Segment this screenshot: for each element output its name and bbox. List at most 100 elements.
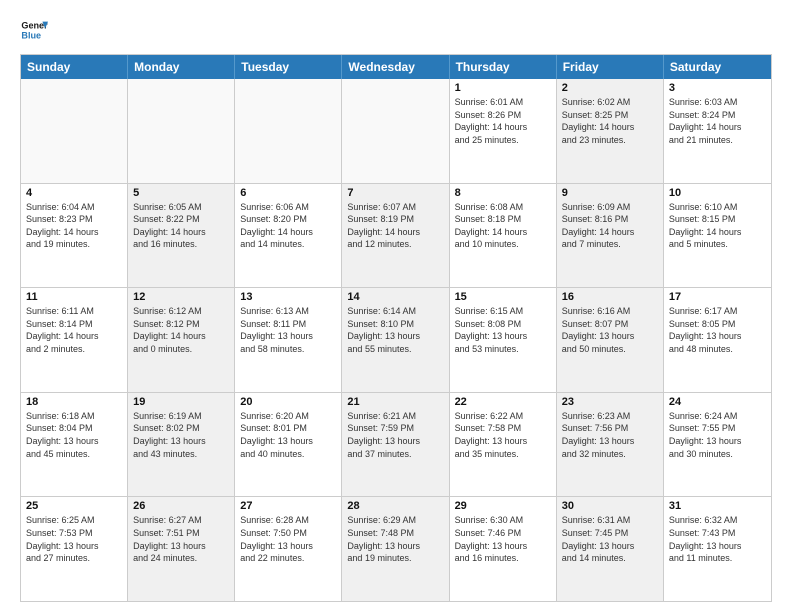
day-number: 5 <box>133 187 229 199</box>
calendar-header: SundayMondayTuesdayWednesdayThursdayFrid… <box>21 55 771 79</box>
day-number: 3 <box>669 82 766 94</box>
calendar-week-5: 25 Sunrise: 6:25 AM Sunset: 7:53 PM Dayli… <box>21 496 771 601</box>
day-number: 2 <box>562 82 658 94</box>
day-cell-12: 12 Sunrise: 6:12 AM Sunset: 8:12 PM Dayli… <box>128 288 235 392</box>
day-number: 22 <box>455 396 551 408</box>
day-number: 13 <box>240 291 336 303</box>
header-day-wednesday: Wednesday <box>342 55 449 79</box>
day-info: Sunrise: 6:13 AM Sunset: 8:11 PM Dayligh… <box>240 305 336 355</box>
day-number: 18 <box>26 396 122 408</box>
day-number: 26 <box>133 500 229 512</box>
calendar: SundayMondayTuesdayWednesdayThursdayFrid… <box>20 54 772 602</box>
day-info: Sunrise: 6:01 AM Sunset: 8:26 PM Dayligh… <box>455 96 551 146</box>
day-number: 24 <box>669 396 766 408</box>
day-number: 14 <box>347 291 443 303</box>
logo-icon: General Blue <box>20 16 48 44</box>
empty-cell <box>342 79 449 183</box>
day-number: 23 <box>562 396 658 408</box>
day-number: 27 <box>240 500 336 512</box>
day-number: 15 <box>455 291 551 303</box>
header: General Blue <box>20 16 772 44</box>
day-cell-7: 7 Sunrise: 6:07 AM Sunset: 8:19 PM Daylig… <box>342 184 449 288</box>
day-info: Sunrise: 6:30 AM Sunset: 7:46 PM Dayligh… <box>455 514 551 564</box>
day-cell-2: 2 Sunrise: 6:02 AM Sunset: 8:25 PM Daylig… <box>557 79 664 183</box>
day-info: Sunrise: 6:22 AM Sunset: 7:58 PM Dayligh… <box>455 410 551 460</box>
day-number: 6 <box>240 187 336 199</box>
day-number: 29 <box>455 500 551 512</box>
day-info: Sunrise: 6:31 AM Sunset: 7:45 PM Dayligh… <box>562 514 658 564</box>
header-day-tuesday: Tuesday <box>235 55 342 79</box>
header-day-thursday: Thursday <box>450 55 557 79</box>
day-info: Sunrise: 6:12 AM Sunset: 8:12 PM Dayligh… <box>133 305 229 355</box>
day-info: Sunrise: 6:16 AM Sunset: 8:07 PM Dayligh… <box>562 305 658 355</box>
day-info: Sunrise: 6:10 AM Sunset: 8:15 PM Dayligh… <box>669 201 766 251</box>
day-cell-14: 14 Sunrise: 6:14 AM Sunset: 8:10 PM Dayli… <box>342 288 449 392</box>
calendar-week-1: 1 Sunrise: 6:01 AM Sunset: 8:26 PM Daylig… <box>21 79 771 183</box>
day-cell-6: 6Sunrise: 6:06 AM Sunset: 8:20 PM Daylig… <box>235 184 342 288</box>
day-number: 31 <box>669 500 766 512</box>
day-number: 10 <box>669 187 766 199</box>
day-cell-17: 17 Sunrise: 6:17 AM Sunset: 8:05 PM Dayli… <box>664 288 771 392</box>
day-info: Sunrise: 6:23 AM Sunset: 7:56 PM Dayligh… <box>562 410 658 460</box>
day-info: Sunrise: 6:18 AM Sunset: 8:04 PM Dayligh… <box>26 410 122 460</box>
day-cell-22: 22 Sunrise: 6:22 AM Sunset: 7:58 PM Dayli… <box>450 393 557 497</box>
day-info: Sunrise: 6:25 AM Sunset: 7:53 PM Dayligh… <box>26 514 122 564</box>
day-cell-4: 4 Sunrise: 6:04 AM Sunset: 8:23 PM Daylig… <box>21 184 128 288</box>
day-cell-31: 31 Sunrise: 6:32 AM Sunset: 7:43 PM Dayli… <box>664 497 771 601</box>
day-number: 7 <box>347 187 443 199</box>
day-number: 9 <box>562 187 658 199</box>
day-number: 25 <box>26 500 122 512</box>
empty-cell <box>235 79 342 183</box>
day-info: Sunrise: 6:07 AM Sunset: 8:19 PM Dayligh… <box>347 201 443 251</box>
empty-cell <box>21 79 128 183</box>
day-cell-18: 18 Sunrise: 6:18 AM Sunset: 8:04 PM Dayli… <box>21 393 128 497</box>
day-info: Sunrise: 6:08 AM Sunset: 8:18 PM Dayligh… <box>455 201 551 251</box>
day-cell-29: 29 Sunrise: 6:30 AM Sunset: 7:46 PM Dayli… <box>450 497 557 601</box>
calendar-week-2: 4 Sunrise: 6:04 AM Sunset: 8:23 PM Daylig… <box>21 183 771 288</box>
day-cell-28: 28 Sunrise: 6:29 AM Sunset: 7:48 PM Dayli… <box>342 497 449 601</box>
day-info: Sunrise: 6:21 AM Sunset: 7:59 PM Dayligh… <box>347 410 443 460</box>
day-number: 8 <box>455 187 551 199</box>
day-number: 16 <box>562 291 658 303</box>
day-cell-26: 26 Sunrise: 6:27 AM Sunset: 7:51 PM Dayli… <box>128 497 235 601</box>
day-cell-8: 8 Sunrise: 6:08 AM Sunset: 8:18 PM Daylig… <box>450 184 557 288</box>
day-info: Sunrise: 6:02 AM Sunset: 8:25 PM Dayligh… <box>562 96 658 146</box>
day-number: 12 <box>133 291 229 303</box>
day-number: 28 <box>347 500 443 512</box>
day-cell-16: 16 Sunrise: 6:16 AM Sunset: 8:07 PM Dayli… <box>557 288 664 392</box>
day-number: 30 <box>562 500 658 512</box>
day-info: Sunrise: 6:14 AM Sunset: 8:10 PM Dayligh… <box>347 305 443 355</box>
header-day-monday: Monday <box>128 55 235 79</box>
day-info: Sunrise: 6:29 AM Sunset: 7:48 PM Dayligh… <box>347 514 443 564</box>
day-number: 1 <box>455 82 551 94</box>
day-info: Sunrise: 6:03 AM Sunset: 8:24 PM Dayligh… <box>669 96 766 146</box>
day-cell-13: 13 Sunrise: 6:13 AM Sunset: 8:11 PM Dayli… <box>235 288 342 392</box>
header-day-sunday: Sunday <box>21 55 128 79</box>
day-info: Sunrise: 6:32 AM Sunset: 7:43 PM Dayligh… <box>669 514 766 564</box>
day-cell-20: 20Sunrise: 6:20 AM Sunset: 8:01 PM Dayli… <box>235 393 342 497</box>
day-number: 4 <box>26 187 122 199</box>
day-info: Sunrise: 6:27 AM Sunset: 7:51 PM Dayligh… <box>133 514 229 564</box>
calendar-body: 1 Sunrise: 6:01 AM Sunset: 8:26 PM Daylig… <box>21 79 771 601</box>
svg-text:Blue: Blue <box>21 30 41 40</box>
day-number: 17 <box>669 291 766 303</box>
day-cell-11: 11 Sunrise: 6:11 AM Sunset: 8:14 PM Dayli… <box>21 288 128 392</box>
day-info: Sunrise: 6:17 AM Sunset: 8:05 PM Dayligh… <box>669 305 766 355</box>
day-cell-9: 9 Sunrise: 6:09 AM Sunset: 8:16 PM Daylig… <box>557 184 664 288</box>
day-info: Sunrise: 6:28 AM Sunset: 7:50 PM Dayligh… <box>240 514 336 564</box>
day-info: Sunrise: 6:15 AM Sunset: 8:08 PM Dayligh… <box>455 305 551 355</box>
day-info: Sunrise: 6:05 AM Sunset: 8:22 PM Dayligh… <box>133 201 229 251</box>
day-number: 11 <box>26 291 122 303</box>
page: General Blue SundayMondayTuesdayWednesda… <box>0 0 792 612</box>
day-info: Sunrise: 6:11 AM Sunset: 8:14 PM Dayligh… <box>26 305 122 355</box>
day-info: Sunrise: 6:09 AM Sunset: 8:16 PM Dayligh… <box>562 201 658 251</box>
day-cell-5: 5 Sunrise: 6:05 AM Sunset: 8:22 PM Daylig… <box>128 184 235 288</box>
empty-cell <box>128 79 235 183</box>
day-number: 19 <box>133 396 229 408</box>
day-info: Sunrise: 6:04 AM Sunset: 8:23 PM Dayligh… <box>26 201 122 251</box>
day-info: Sunrise: 6:19 AM Sunset: 8:02 PM Dayligh… <box>133 410 229 460</box>
logo: General Blue <box>20 16 52 44</box>
calendar-week-4: 18 Sunrise: 6:18 AM Sunset: 8:04 PM Dayli… <box>21 392 771 497</box>
day-cell-10: 10 Sunrise: 6:10 AM Sunset: 8:15 PM Dayli… <box>664 184 771 288</box>
day-number: 20 <box>240 396 336 408</box>
